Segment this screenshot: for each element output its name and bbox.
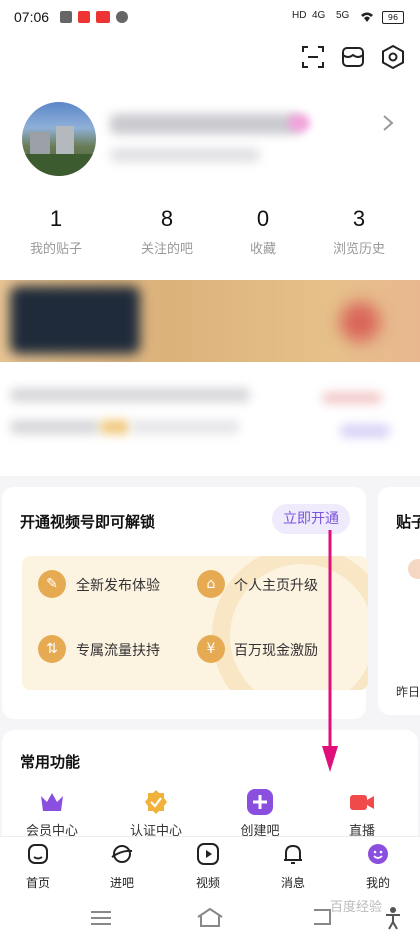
sync-notification-icon [116,11,128,23]
chevron-right-icon[interactable] [382,114,394,132]
unlock-card-title: 开通视频号即可解锁 [20,513,156,531]
network-4g: 4G [312,10,326,21]
hd-icon: HD [292,10,307,21]
blurred-promo-section [0,362,420,476]
menu-icon[interactable] [90,910,112,926]
smile-icon [368,844,388,864]
badge-check-icon [145,790,167,814]
planet-icon [111,845,133,863]
promo-banner[interactable] [0,280,420,362]
side-card-avatar [408,559,420,579]
play-icon [197,843,219,865]
avatar[interactable] [22,102,96,176]
yuan-icon: ¥ [197,635,225,663]
user-subtitle-blurred [110,148,260,162]
perk-label: 专属流量扶持 [76,643,160,659]
status-bar: 07:06 HD 4G 5G 96 [0,0,420,36]
nav-enter-bar[interactable]: 进吧 [80,842,164,891]
member-center-item[interactable]: 会员中心 [12,788,92,839]
status-time: 07:06 [14,9,50,25]
nav-label: 首页 [25,876,50,890]
home-icon [28,844,48,864]
live-item[interactable]: 直播 [322,788,402,839]
nav-messages[interactable]: 消息 [251,842,335,891]
network-5g: 5G [336,10,350,21]
battery-icon: 96 [382,11,404,24]
stat-value: 0 [256,206,270,231]
common-functions-title: 常用功能 [20,753,81,771]
perk-label: 百万现金激励 [234,643,318,659]
annotation-arrow [322,530,338,772]
nav-home[interactable]: 首页 [0,842,80,891]
nav-video[interactable]: 视频 [166,842,250,891]
level-badge-blurred [288,114,310,132]
home-up-icon: ⌂ [197,570,225,598]
stat-value: 1 [49,206,63,231]
username-blurred [110,114,300,134]
crown-icon [41,793,63,811]
scan-icon[interactable] [300,44,326,70]
watermark: 百度经验 [330,900,383,915]
skin-icon[interactable] [340,44,366,70]
certification-center-item[interactable]: 认证中心 [116,788,196,839]
back-icon[interactable] [312,908,332,926]
nav-mine[interactable]: 我的 [336,842,420,891]
home-system-icon[interactable] [196,906,224,928]
stat-history[interactable]: 3 浏览历史 [309,206,409,257]
settings-icon[interactable] [380,44,406,70]
stat-label: 我的贴子 [29,242,82,257]
bell-icon [284,844,302,864]
side-card[interactable]: 贴子 昨日 [378,487,420,715]
nav-label: 我的 [365,876,390,890]
pencil-icon: ✎ [38,570,66,598]
stat-posts[interactable]: 1 我的贴子 [6,206,106,257]
video-camera-icon [350,795,374,810]
perk-label: 全新发布体验 [76,578,160,594]
stat-label: 收藏 [249,242,276,257]
stat-label: 浏览历史 [332,242,385,257]
stat-followed-bars[interactable]: 8 关注的吧 [117,206,217,257]
perk-label: 个人主页升级 [234,578,318,594]
plus-icon [247,789,273,815]
traffic-icon: ⇅ [38,635,66,663]
nav-label: 视频 [195,876,220,890]
accessibility-icon[interactable] [384,906,402,930]
nav-label: 消息 [280,876,305,890]
create-bar-item[interactable]: 创建吧 [220,788,300,839]
stat-label: 关注的吧 [140,242,193,257]
stat-value: 8 [160,206,174,231]
stat-favorites[interactable]: 0 收藏 [213,206,313,257]
gallery-notification-icon [60,11,72,23]
side-card-title: 贴子 [396,513,420,531]
side-card-sub: 昨日 [396,685,420,699]
nav-label: 进吧 [109,876,134,890]
stat-value: 3 [352,206,366,231]
news-notification-icon [96,11,110,23]
app-notification-icon [78,11,90,23]
wifi-icon [361,12,373,22]
